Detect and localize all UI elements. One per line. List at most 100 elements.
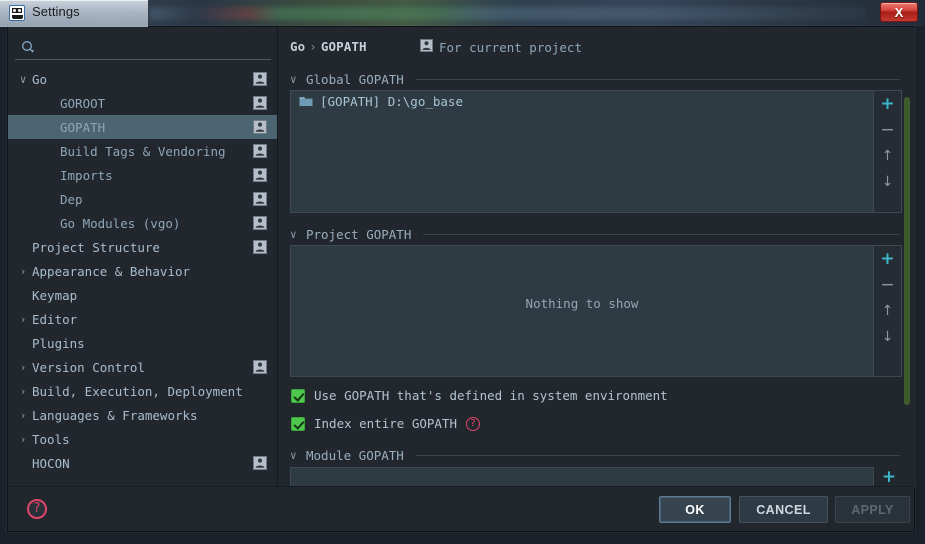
breadcrumb-leaf: GOPATH: [320, 39, 367, 54]
person-icon: [253, 168, 267, 182]
breadcrumb-root[interactable]: Go: [290, 39, 305, 54]
sidebar-item-go-modules-vgo[interactable]: Go Modules (vgo): [8, 211, 277, 235]
scope-indicator: For current project: [420, 39, 582, 55]
cancel-button[interactable]: CANCEL: [739, 496, 828, 523]
breadcrumb: Go › GOPATH: [290, 39, 367, 54]
sidebar-item-label: Build, Execution, Deployment: [32, 383, 243, 399]
help-icon[interactable]: ?: [466, 416, 480, 431]
sidebar-item-tools[interactable]: › Tools: [8, 427, 277, 451]
chevron-down-icon: ∨: [290, 449, 297, 462]
settings-sidebar: ∨ Go GOROOT GOPATH Build Tags & Vendoring Imp…: [8, 27, 278, 488]
sidebar-item-build-tags-vendoring[interactable]: Build Tags & Vendoring: [8, 139, 277, 163]
sidebar-item-label: Imports: [60, 167, 113, 183]
checkbox-checked-icon[interactable]: [291, 388, 305, 403]
sidebar-item-label: Build Tags & Vendoring: [60, 143, 226, 159]
move-down-project-gopath-button[interactable]: ↓: [875, 324, 901, 350]
sidebar-item-label: Appearance & Behavior: [32, 263, 191, 279]
sidebar-item-languages-frameworks[interactable]: › Languages & Frameworks: [8, 403, 277, 427]
global-gopath-toolbar: + − ↑ ↓: [874, 90, 902, 213]
remove-global-gopath-button[interactable]: −: [875, 117, 901, 143]
project-gopath-list[interactable]: Nothing to show: [290, 245, 874, 377]
apply-button: APPLY: [835, 496, 910, 523]
move-up-global-gopath-button[interactable]: ↑: [875, 143, 901, 169]
sidebar-item-appearance-behavior[interactable]: › Appearance & Behavior: [8, 259, 277, 283]
project-gopath-section-header[interactable]: ∨ Project GOPATH: [290, 227, 900, 242]
detail-pane-scrollbar[interactable]: [901, 29, 913, 486]
list-item[interactable]: [GOPATH] D:\go_base: [291, 91, 873, 111]
use-system-gopath-label: Use GOPATH that's defined in system envi…: [314, 388, 668, 403]
use-system-gopath-option[interactable]: Use GOPATH that's defined in system envi…: [291, 388, 668, 403]
chevron-right-icon[interactable]: ›: [16, 434, 30, 445]
module-gopath-section-header[interactable]: ∨ Module GOPATH: [290, 448, 900, 463]
window-title: Settings: [32, 4, 80, 19]
chevron-right-icon[interactable]: ›: [16, 266, 30, 277]
help-button[interactable]: ?: [27, 499, 47, 519]
index-entire-gopath-option[interactable]: Index entire GOPATH ?: [291, 416, 480, 431]
sidebar-item-goroot[interactable]: GOROOT: [8, 91, 277, 115]
sidebar-item-editor[interactable]: › Editor: [8, 307, 277, 331]
move-down-global-gopath-button[interactable]: ↓: [875, 169, 901, 195]
search-input[interactable]: [43, 37, 269, 58]
sidebar-item-label: Project Structure: [32, 239, 160, 255]
section-rule: [415, 79, 900, 80]
project-gopath-toolbar: + − ↑ ↓: [874, 245, 902, 377]
sidebar-item-dep[interactable]: Dep: [8, 187, 277, 211]
sidebar-item-label: Languages & Frameworks: [32, 407, 198, 423]
section-rule: [415, 455, 900, 456]
chevron-down-icon: ∨: [290, 228, 297, 241]
ok-button[interactable]: OK: [659, 496, 731, 523]
project-gopath-title: Project GOPATH: [306, 227, 412, 242]
sidebar-item-version-control[interactable]: › Version Control: [8, 355, 277, 379]
person-icon: [253, 216, 267, 230]
search-icon: [21, 40, 36, 55]
sidebar-item-go[interactable]: ∨ Go: [8, 67, 277, 91]
person-icon: [253, 456, 267, 470]
sidebar-item-plugins[interactable]: Plugins: [8, 331, 277, 355]
sidebar-item-label: HOCON: [32, 455, 70, 471]
sidebar-item-label: Plugins: [32, 335, 85, 351]
chevron-right-icon[interactable]: ›: [16, 410, 30, 421]
sidebar-item-keymap[interactable]: Keymap: [8, 283, 277, 307]
checkbox-checked-icon[interactable]: [291, 416, 305, 431]
add-global-gopath-button[interactable]: +: [875, 91, 901, 117]
settings-category-tree[interactable]: ∨ Go GOROOT GOPATH Build Tags & Vendoring Imp…: [8, 67, 277, 485]
list-item-label: [GOPATH] D:\go_base: [320, 93, 463, 109]
sidebar-item-label: GOROOT: [60, 95, 106, 111]
sidebar-item-hocon[interactable]: HOCON: [8, 451, 277, 475]
section-rule: [423, 234, 900, 235]
dialog-footer: ? OK CANCEL APPLY: [8, 486, 914, 531]
sidebar-item-label: Tools: [32, 431, 70, 447]
settings-dialog: ∨ Go GOROOT GOPATH Build Tags & Vendoring Imp…: [7, 26, 915, 532]
module-gopath-title: Module GOPATH: [306, 448, 404, 463]
sidebar-item-label: GOPATH: [60, 119, 106, 135]
person-icon: [253, 360, 267, 374]
global-gopath-list[interactable]: [GOPATH] D:\go_base: [290, 90, 874, 213]
person-icon: [253, 72, 267, 86]
breadcrumb-separator: ›: [309, 39, 317, 54]
global-gopath-title: Global GOPATH: [306, 72, 404, 87]
chevron-right-icon[interactable]: ›: [16, 314, 30, 325]
sidebar-item-build-execution-deployment[interactable]: › Build, Execution, Deployment: [8, 379, 277, 403]
sidebar-item-label: Go: [32, 71, 48, 87]
chevron-right-icon[interactable]: ›: [16, 386, 30, 397]
remove-project-gopath-button[interactable]: −: [875, 272, 901, 298]
chevron-right-icon[interactable]: ›: [16, 362, 30, 373]
close-button[interactable]: X: [880, 2, 918, 22]
sidebar-item-label: Version Control: [32, 359, 145, 375]
person-icon: [253, 96, 267, 110]
chevron-down-icon[interactable]: ∨: [16, 74, 30, 85]
module-gopath-field[interactable]: [290, 467, 874, 487]
sidebar-item-imports[interactable]: Imports: [8, 163, 277, 187]
global-gopath-section-header[interactable]: ∨ Global GOPATH: [290, 72, 900, 87]
person-icon: [420, 39, 433, 55]
add-project-gopath-button[interactable]: +: [875, 246, 901, 272]
add-module-gopath-button[interactable]: +: [876, 464, 902, 488]
settings-detail-pane: Go › GOPATH For current project ∨ Global G…: [278, 27, 915, 488]
search-box[interactable]: [15, 35, 271, 60]
scrollbar-thumb[interactable]: [904, 97, 910, 405]
person-icon: [253, 120, 267, 134]
sidebar-item-gopath[interactable]: GOPATH: [8, 115, 277, 139]
sidebar-item-project-structure[interactable]: Project Structure: [8, 235, 277, 259]
scope-label: For current project: [439, 39, 582, 55]
move-up-project-gopath-button[interactable]: ↑: [875, 298, 901, 324]
